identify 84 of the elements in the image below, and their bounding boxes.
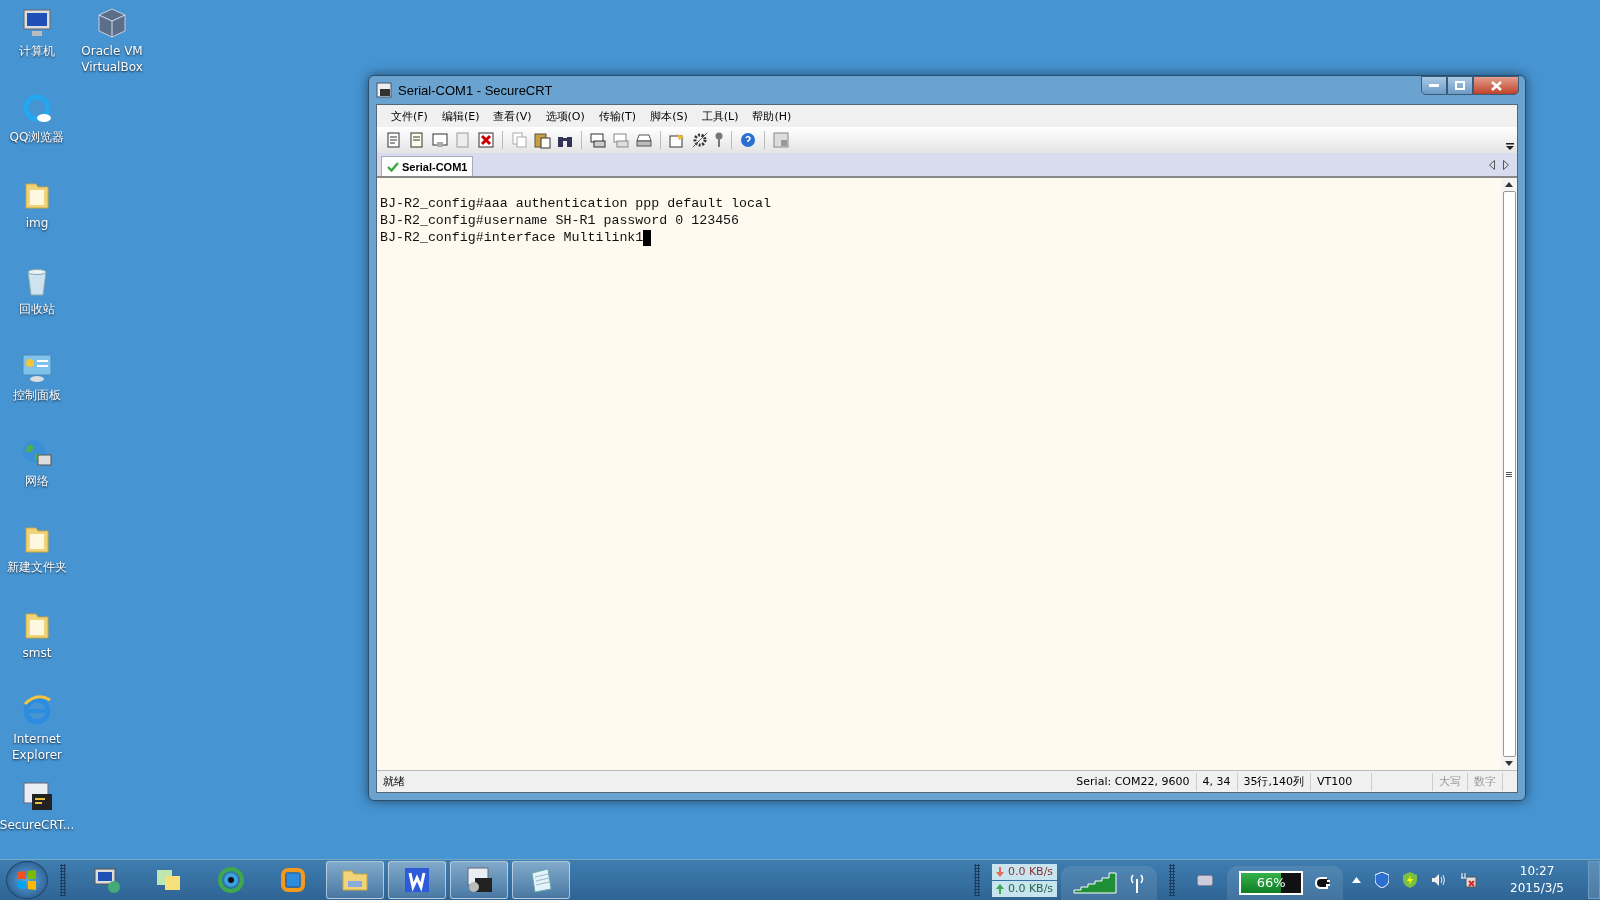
desktop-icon-label[interactable]: 网络 [25, 473, 49, 489]
document-icon[interactable] [408, 131, 426, 149]
terminal-icon [464, 865, 494, 895]
eye-icon [216, 865, 246, 895]
clipboard-icon[interactable] [533, 131, 551, 149]
window-icon[interactable] [772, 131, 790, 149]
minimize-button[interactable] [1421, 76, 1447, 95]
desktop-icon-label[interactable]: 回收站 [19, 301, 55, 317]
download-speed: 0.0 KB/s [1007, 863, 1054, 880]
menu-item[interactable]: 传输(T) [592, 106, 643, 126]
status-field: 4, 34 [1196, 772, 1238, 791]
status-field: VT100 [1311, 772, 1372, 791]
menu-item[interactable]: 脚本(S) [644, 106, 694, 126]
desktop-icon-label[interactable]: Internet Explorer [0, 731, 74, 763]
printer-icon[interactable] [612, 131, 630, 149]
desktop-icon-label[interactable]: 控制面板 [13, 387, 61, 403]
printer-icon[interactable] [589, 131, 607, 149]
square-icon [278, 865, 308, 895]
taskbar-app-button[interactable] [450, 861, 508, 899]
signal-bars-icon[interactable] [1073, 872, 1118, 894]
session-tab[interactable]: Serial-COM1 [381, 156, 474, 176]
down-arrow-icon[interactable] [1505, 761, 1513, 766]
desktop-icon-label[interactable]: 新建文件夹 [7, 559, 67, 575]
maximize-button[interactable] [1447, 76, 1473, 95]
desktop-icon-label[interactable]: QQ浏览器 [9, 129, 65, 145]
close-button[interactable] [1473, 76, 1519, 95]
status-field: 数字 [1468, 772, 1503, 791]
dropdown-arrow-icon[interactable] [1506, 143, 1514, 151]
menu-item[interactable]: 选项(O) [539, 106, 591, 126]
menu-item[interactable]: 文件(F) [385, 106, 434, 126]
monitor-icon [92, 865, 122, 895]
status-field: 大写 [1432, 772, 1468, 791]
key-icon[interactable] [714, 131, 724, 149]
network-plug-icon[interactable] [1461, 872, 1478, 888]
menu-item[interactable]: 编辑(E) [435, 106, 486, 126]
help-icon[interactable] [739, 131, 757, 149]
w-tile-icon [402, 865, 432, 895]
right-arrow-icon[interactable] [1503, 159, 1509, 170]
taskbar-app-button[interactable] [388, 861, 446, 899]
shield-icon[interactable] [1403, 872, 1418, 888]
maximize-icon [1455, 81, 1465, 90]
start-button[interactable] [6, 861, 48, 899]
keyboard-icon[interactable] [1197, 874, 1214, 886]
plug-icon[interactable] [1315, 876, 1332, 890]
cube-icon[interactable] [95, 6, 129, 40]
minimize-icon [1429, 83, 1439, 88]
shield-icon[interactable] [1375, 872, 1390, 888]
status-field: 35行,140列 [1237, 772, 1311, 791]
document-icon[interactable] [385, 131, 403, 149]
up-arrow-icon[interactable] [1352, 877, 1362, 883]
menu-item[interactable]: 查看(V) [487, 106, 538, 126]
clock-time[interactable]: 10:27 [1519, 863, 1555, 880]
up-arrow-icon[interactable] [1505, 182, 1513, 187]
terminal-line: BJ-R2_config#aaa authentication ppp default local [380, 195, 771, 212]
upload-speed: 0.0 KB/s [1007, 880, 1054, 897]
four-squares-icon [16, 869, 38, 891]
window-icon[interactable] [431, 131, 449, 149]
printer-icon[interactable] [635, 131, 653, 149]
terminal-line: BJ-R2_config#username SH-R1 password 0 123456 [380, 212, 740, 229]
close-icon[interactable] [477, 131, 495, 149]
desktop-icon-label[interactable]: img [25, 215, 49, 231]
clock-date[interactable]: 2015/3/5 [1510, 880, 1564, 897]
desktop-icon-label[interactable]: 计算机 [19, 43, 55, 59]
left-arrow-icon[interactable] [1489, 159, 1495, 170]
check-icon [387, 161, 399, 172]
menu-item[interactable]: 工具(L) [695, 106, 745, 126]
desktop-icon-label[interactable]: SecureCRT... [0, 817, 75, 833]
terminal-line: BJ-R2_config#interface Multilink1 [380, 229, 644, 246]
up-arrow-icon [995, 883, 1004, 894]
desktop-icon-label[interactable]: smst [22, 645, 52, 661]
settings-icon[interactable] [668, 131, 686, 149]
close-icon [1490, 80, 1502, 91]
down-arrow-icon [995, 866, 1004, 877]
menu-item[interactable]: 帮助(H) [746, 106, 798, 126]
scrollbar[interactable] [1501, 178, 1517, 770]
status-field: 就绪 [377, 772, 1066, 791]
window-title: Serial-COM1 - SecureCRT [398, 82, 553, 98]
status-field: Serial: COM22, 9600 [1065, 772, 1197, 791]
grip-icon[interactable] [1506, 471, 1512, 477]
speaker-icon[interactable] [1431, 873, 1448, 887]
antenna-icon[interactable] [1129, 873, 1146, 893]
window-app-icon [376, 82, 392, 98]
text-cursor [643, 229, 652, 246]
desktop-icon-label[interactable]: Oracle VM VirtualBox [74, 43, 150, 75]
